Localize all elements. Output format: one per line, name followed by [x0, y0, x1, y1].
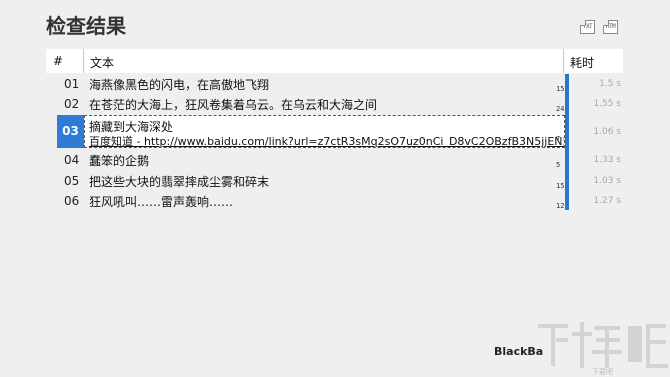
export-htm-icon[interactable]: HTM	[603, 20, 618, 34]
row-time: 1.55 s	[593, 99, 621, 109]
row-text: 把这些大块的翡翠摔成尘雾和碎末	[89, 175, 270, 189]
row-time: 1.03 s	[593, 176, 621, 186]
row-time: 1.5 s	[599, 79, 621, 89]
table-row[interactable]: 01 海燕像黑色的闪电，在高傲地飞翔 15 1.5 s	[46, 74, 623, 93]
row-count: 15	[556, 85, 565, 93]
row-text: 海燕像黑色的闪电，在高傲地飞翔	[89, 78, 270, 92]
watermark-logo: 下载吧	[532, 318, 670, 377]
progress-bar	[565, 74, 569, 210]
row-number: 04	[64, 153, 80, 167]
row-count: 12	[556, 202, 565, 210]
table-header: # 文本 耗时	[46, 49, 623, 73]
row-number: 01	[64, 77, 80, 91]
table-row[interactable]: 05 把这些大块的翡翠摔成尘雾和碎末 15 1.03 s	[46, 171, 623, 191]
row-time: 1.27 s	[593, 196, 621, 206]
table-row-selected[interactable]: 03 摘藏到大海深处 百度知道 - http://www.baidu.com/l…	[46, 115, 623, 148]
row-count: 7	[556, 135, 561, 143]
header-num[interactable]: #	[53, 54, 63, 68]
row-time: 1.06 s	[593, 127, 621, 137]
row-count: 15	[556, 182, 565, 190]
row-text-box: 摘藏到大海深处 百度知道 - http://www.baidu.com/link…	[84, 115, 565, 148]
page-title: 检查结果	[46, 14, 126, 38]
header-time[interactable]: 耗时	[570, 54, 594, 71]
table-row[interactable]: 06 狂风吼叫……雷声轰响…… 12 1.27 s	[46, 191, 623, 211]
row-number: 02	[64, 97, 80, 111]
watermark-text: 下载吧	[592, 367, 613, 376]
row-text: 蠢笨的企鹅	[89, 154, 150, 168]
export-txt-icon[interactable]: TXT	[580, 20, 595, 34]
row-number: 03	[57, 115, 84, 148]
table-row[interactable]: 04 蠢笨的企鹅 5 1.33 s	[46, 150, 623, 170]
source-link[interactable]: 百度知道 - http://www.baidu.com/link?url=z7c…	[89, 133, 564, 147]
row-count: 5	[556, 161, 561, 169]
row-count: 24	[556, 105, 565, 113]
table-row[interactable]: 02 在苍茫的大海上，狂风卷集着乌云。在乌云和大海之间 24 1.55 s	[46, 94, 623, 114]
row-number: 05	[64, 174, 80, 188]
row-text: 在苍茫的大海上，狂风卷集着乌云。在乌云和大海之间	[89, 98, 378, 112]
row-number: 06	[64, 194, 80, 208]
header-text[interactable]: 文本	[90, 54, 114, 71]
row-text: 狂风吼叫……雷声轰响……	[89, 195, 234, 209]
row-time: 1.33 s	[593, 155, 621, 165]
